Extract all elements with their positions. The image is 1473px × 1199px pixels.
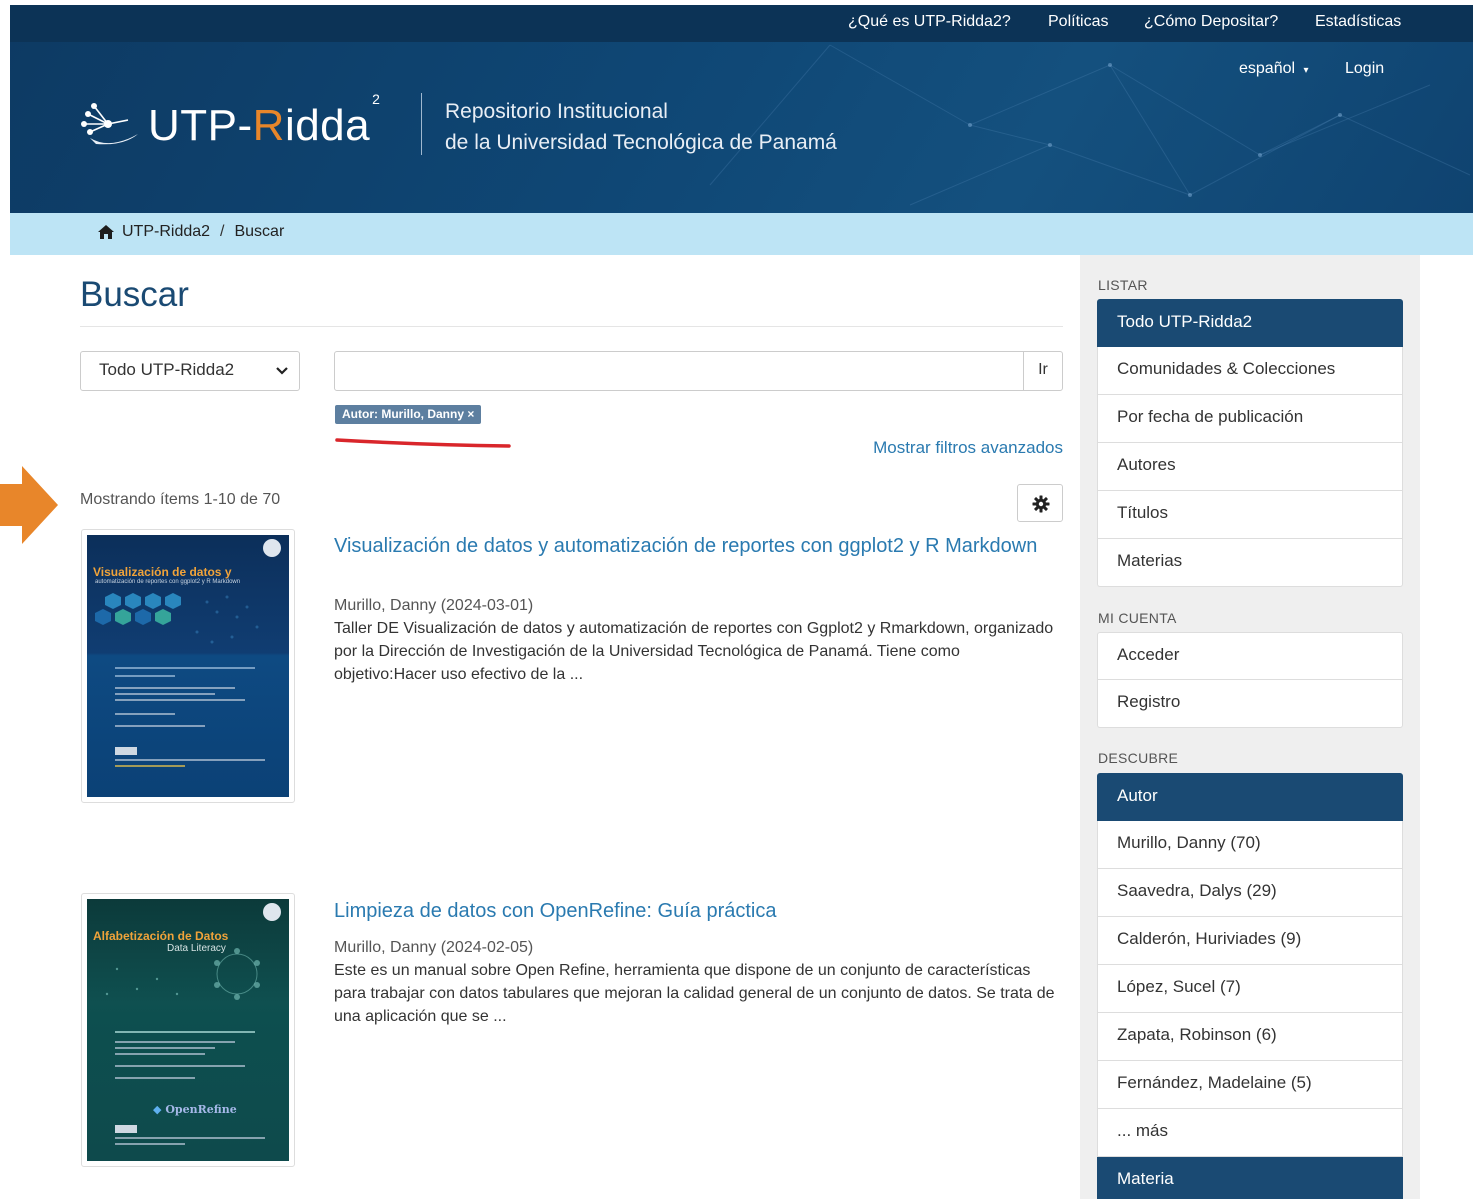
descubre-menu: Autor Murillo, Danny (70) Saavedra, Daly…: [1097, 773, 1403, 1199]
listar-item-todo[interactable]: Todo UTP-Ridda2: [1097, 299, 1403, 347]
cover-text-line: [115, 667, 255, 669]
page-title: Buscar: [80, 275, 189, 314]
active-filter-badge[interactable]: Autor: Murillo, Danny ×: [335, 405, 482, 424]
cover-text-line: [115, 765, 185, 767]
cuenta-item-registro[interactable]: Registro: [1097, 680, 1403, 728]
cover-text-line: [115, 1031, 255, 1033]
result-title-link[interactable]: Limpieza de datos con OpenRefine: Guía p…: [334, 900, 1054, 923]
language-label: español: [1239, 60, 1296, 77]
cover-subtitle: automatización de reportes con ggplot2 y…: [95, 579, 241, 585]
cuenta-item-acceder[interactable]: Acceder: [1097, 632, 1403, 680]
cover-text-line: [115, 675, 175, 677]
scope-select[interactable]: Todo UTP-Ridda2: [80, 351, 300, 391]
facet-autor-more[interactable]: ... más: [1097, 1109, 1403, 1157]
cover-text-line: [115, 725, 205, 727]
nav-como-depositar[interactable]: ¿Cómo Depositar?: [1144, 13, 1278, 31]
breadcrumb-separator: /: [220, 223, 225, 240]
result-abstract: Taller DE Visualización de datos y autom…: [334, 620, 1054, 683]
repository-title-line2: de la Universidad Tecnológica de Panamá: [445, 131, 837, 154]
book-cover: Visualización de datos y automatización …: [87, 535, 289, 797]
repository-title: Repositorio Institucional de la Universi…: [445, 96, 837, 158]
listar-item-autores[interactable]: Autores: [1097, 443, 1403, 491]
cover-text-line: [115, 713, 175, 715]
chevron-down-icon: [276, 367, 288, 375]
logo-network-icon: [81, 103, 138, 145]
caret-down-icon: ▾: [1303, 65, 1309, 76]
nav-politicas[interactable]: Políticas: [1048, 13, 1108, 31]
listar-item-fecha[interactable]: Por fecha de publicación: [1097, 395, 1403, 443]
result-thumbnail[interactable]: Alfabetización de Datos Data Literacy ◆ …: [81, 893, 295, 1167]
cover-network-illustration: [105, 948, 260, 1000]
breadcrumb-current: Buscar: [234, 223, 285, 240]
language-dropdown[interactable]: español ▾: [1239, 60, 1309, 78]
settings-button[interactable]: [1017, 484, 1063, 522]
red-underline-annotation: [335, 438, 511, 448]
cover-text-line: [115, 1143, 185, 1145]
openrefine-wordmark: OpenRefine: [165, 1103, 237, 1116]
sidebar-heading-cuenta: MI CUENTA: [1098, 610, 1177, 626]
cover-text-line: [115, 1077, 195, 1079]
cover-text-line: [115, 759, 265, 761]
descubre-heading-autor: Autor: [1097, 773, 1403, 821]
breadcrumb: UTP-Ridda2 / Buscar: [97, 223, 284, 241]
advanced-filters-link[interactable]: Mostrar filtros avanzados: [873, 438, 1063, 458]
search-go-button[interactable]: Ir: [1023, 351, 1063, 391]
site-header: ¿Qué es UTP-Ridda2? Políticas ¿Cómo Depo…: [10, 5, 1473, 213]
cc-license-icon: [115, 1125, 137, 1133]
logo-divider: [421, 93, 422, 155]
facet-autor-item[interactable]: Fernández, Madelaine (5): [1097, 1061, 1403, 1109]
result-thumbnail[interactable]: Visualización de datos y automatización …: [81, 529, 295, 803]
listar-item-comunidades[interactable]: Comunidades & Colecciones: [1097, 347, 1403, 395]
listar-item-materias[interactable]: Materias: [1097, 539, 1403, 587]
cover-text-line: [115, 1053, 205, 1055]
scope-select-value: Todo UTP-Ridda2: [99, 360, 235, 379]
logo-wordmark: UTP-Ridda2: [148, 91, 381, 150]
nav-que-es[interactable]: ¿Qué es UTP-Ridda2?: [848, 13, 1011, 31]
breadcrumb-home-link[interactable]: UTP-Ridda2: [122, 223, 210, 241]
cover-text-line: [115, 687, 235, 689]
cover-text-line: [115, 1041, 235, 1043]
nav-estadisticas[interactable]: Estadísticas: [1315, 13, 1401, 31]
results-count: Mostrando ítems 1-10 de 70: [80, 491, 281, 508]
result-author-date: Murillo, Danny (2024-03-01): [334, 597, 534, 614]
cover-title: Visualización de datos y: [93, 565, 232, 579]
title-divider: [80, 326, 1063, 327]
diamond-icon: ◆: [153, 1103, 162, 1116]
seal-icon: [263, 539, 281, 557]
home-icon: [98, 225, 114, 239]
facet-autor-item[interactable]: Saavedra, Dalys (29): [1097, 869, 1403, 917]
breadcrumb-bar: UTP-Ridda2 / Buscar: [10, 213, 1473, 255]
result-title-link[interactable]: Visualización de datos y automatización …: [334, 535, 1054, 558]
book-cover: Alfabetización de Datos Data Literacy ◆ …: [87, 899, 289, 1161]
left-margin: [0, 0, 10, 255]
openrefine-logo: ◆ OpenRefine: [153, 1103, 237, 1116]
search-input[interactable]: [334, 351, 1024, 391]
login-link[interactable]: Login: [1345, 60, 1384, 78]
listar-menu: Todo UTP-Ridda2 Comunidades & Coleccione…: [1097, 299, 1403, 587]
listar-item-titulos[interactable]: Títulos: [1097, 491, 1403, 539]
facet-autor-item[interactable]: Zapata, Robinson (6): [1097, 1013, 1403, 1061]
sidebar-heading-descubre: DESCUBRE: [1098, 750, 1179, 766]
cc-license-icon: [115, 747, 137, 755]
gear-icon: [1032, 495, 1050, 513]
cover-text-line: [115, 699, 245, 701]
seal-icon: [263, 903, 281, 921]
result-abstract: Este es un manual sobre Open Refine, her…: [334, 962, 1055, 1025]
facet-autor-item[interactable]: Murillo, Danny (70): [1097, 821, 1403, 869]
descubre-heading-materia: Materia: [1097, 1157, 1403, 1199]
orange-arrow-annotation: [0, 466, 58, 544]
cover-text-line: [115, 693, 215, 695]
cover-text-line: [115, 1047, 215, 1049]
cover-text-line: [115, 1065, 245, 1067]
facet-autor-item[interactable]: Calderón, Huriviades (9): [1097, 917, 1403, 965]
cover-text-line: [115, 1137, 265, 1139]
repository-title-line1: Repositorio Institucional: [445, 100, 668, 123]
cuenta-menu: Acceder Registro: [1097, 632, 1403, 728]
cover-hexagons-illustration: [95, 593, 259, 644]
sidebar-heading-listar: LISTAR: [1098, 277, 1148, 293]
facet-autor-item[interactable]: López, Sucel (7): [1097, 965, 1403, 1013]
result-author-date: Murillo, Danny (2024-02-05): [334, 939, 534, 956]
